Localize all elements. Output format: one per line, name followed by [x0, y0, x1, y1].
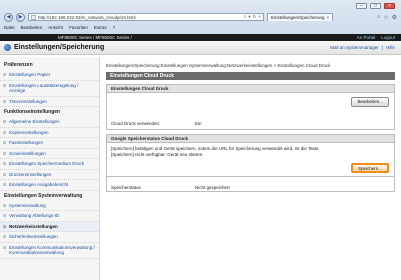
row-value: Nicht gespeichert [195, 185, 230, 190]
sidebar-item-timer[interactable]: Timereinstellungen [0, 97, 99, 107]
breadcrumb: Einstellungen/Speicherung:Einstellungen … [106, 63, 331, 68]
menu-item-extras[interactable]: Extras [94, 25, 107, 32]
row-value: Ein [195, 121, 202, 126]
sidebar-item-papier[interactable]: Einstellungen Papier [0, 70, 99, 81]
search-icon[interactable]: ⌕ [244, 14, 247, 20]
address-actions: ⌕ ▾ ↻ × [244, 14, 261, 20]
menu-item-ansicht[interactable]: Ansicht [48, 25, 63, 32]
section-title: Einstellungen Cloud Druck [107, 85, 394, 93]
section-title: Google Speicherstatus Cloud Druck [107, 135, 394, 143]
minimize-button[interactable]: – [356, 3, 367, 9]
sidebar-item-drucker[interactable]: Druckereinstellungen [0, 170, 99, 180]
tab-title: Einstellungen/Speicherung [271, 15, 325, 20]
row-label: Cloud Druck verwenden: [111, 121, 161, 126]
sidebar-item-netzwerk[interactable]: Netzwerkeinstellungen [0, 221, 99, 232]
sidebar-item-sicherheit[interactable]: Sicherheitseinstellungen [0, 232, 99, 243]
stop-icon[interactable]: × [258, 14, 261, 20]
instruction-text: [Speichern] betätigen und Gerät speicher… [111, 146, 319, 157]
navigation-row: ◀ ▶ http://192.168.222.93/m_network_clou… [4, 12, 397, 22]
logout-link[interactable]: Logout [381, 34, 395, 41]
portal-link[interactable]: An Portal [357, 34, 376, 41]
sidebar-group-praeferenzen: Präferenzen [4, 62, 33, 68]
cloud-print-settings-section: Einstellungen Cloud Druck Bearbeiten... … [106, 84, 395, 130]
gear-icon[interactable]: ⚙ [392, 14, 397, 21]
sidebar: Präferenzen Einstellungen Papier Einstel… [0, 57, 100, 280]
cloud-print-row: Cloud Druck verwenden: Ein [111, 117, 202, 130]
refresh-icon[interactable]: ↻ [253, 14, 257, 20]
menu-item-favoriten[interactable]: Favoriten [69, 25, 88, 32]
browser-tools: ⌂ ☆ ⚙ [377, 14, 397, 21]
status-row: Speicherstatus Nicht gespeichert [111, 181, 230, 194]
sidebar-item-fax[interactable]: Faxeinstellungen [0, 138, 99, 149]
page-title-bar: Einstellungen/Speicherung Mail an System… [0, 41, 401, 55]
close-window-button[interactable]: × [384, 3, 395, 9]
star-icon[interactable]: ☆ [383, 14, 388, 21]
sidebar-item-speichermedium[interactable]: Einstellungen Speichermedium Druck [0, 159, 99, 170]
sidebar-item-systemverwaltung[interactable]: Systemverwaltung [0, 201, 99, 211]
maximize-button[interactable]: □ [370, 3, 381, 9]
address-bar[interactable]: http://192.168.222.93/m_network_cloudpri… [28, 13, 264, 21]
device-model: MF8500C Series / MF8500C Series / [58, 35, 132, 40]
sidebar-item-kopie[interactable]: Kopiereinstellungen [0, 128, 99, 138]
settings-logo-icon [4, 44, 11, 51]
window-controls: – □ × [356, 3, 395, 9]
header-links: Mail an Systemmanager | Hilfe [330, 45, 395, 50]
menu-item-bearbeiten[interactable]: Bearbeiten [21, 25, 43, 32]
sidebar-group-systemverwaltung: Einstellungen Systemverwaltung [4, 192, 83, 199]
page-title: Einstellungen/Speicherung [14, 44, 105, 51]
sidebar-item-kommunikation[interactable]: Einstellungen Kommunikationsverwaltung /… [0, 243, 99, 259]
sidebar-item-scan[interactable]: Scaneinstellungen [0, 149, 99, 159]
row-label: Speicherstatus [111, 185, 141, 190]
tab-strip: Einstellungen/Speicherung × ⌂ ☆ ⚙ [267, 13, 397, 21]
edit-button[interactable]: Bearbeiten... [351, 97, 389, 107]
browser-tab[interactable]: Einstellungen/Speicherung × [267, 13, 334, 21]
sidebar-item-ausgabebericht[interactable]: Einstellungen Ausgabebericht [0, 180, 99, 191]
device-links: An Portal Logout [357, 34, 395, 41]
mail-link[interactable]: Mail an Systemmanager [330, 45, 379, 50]
dropdown-icon[interactable]: ▾ [248, 14, 250, 20]
forward-icon[interactable]: ▶ [16, 12, 25, 22]
menu-item-help[interactable]: ? [113, 25, 116, 32]
sidebar-item-abteilungs-id[interactable]: Verwaltung Abteilungs-ID [0, 211, 99, 222]
content-heading: Einstellungen Cloud Druck [106, 72, 395, 80]
save-button[interactable]: Speichern... [350, 163, 389, 173]
google-status-section: Google Speicherstatus Cloud Druck [Speic… [106, 134, 395, 192]
address-url: http://192.168.222.93/m_network_cloudpri… [38, 14, 136, 20]
menu-item-datei[interactable]: Datei [4, 25, 15, 32]
favicon-icon [31, 14, 36, 20]
close-tab-icon[interactable]: × [327, 15, 330, 20]
device-bar: MF8500C Series / MF8500C Series / An Por… [0, 34, 401, 41]
back-icon[interactable]: ◀ [4, 12, 13, 22]
menu-bar: Datei Bearbeiten Ansicht Favoriten Extra… [4, 25, 115, 32]
sidebar-group-funktion: Funktionseinstellungen [4, 109, 61, 115]
help-link[interactable]: Hilfe [386, 45, 395, 50]
main-content: Einstellungen/Speicherung:Einstellungen … [106, 57, 395, 280]
sidebar-item-lautstaerke[interactable]: Einstellungen Lautstärkeregelung / Anzei… [0, 81, 99, 97]
sidebar-item-allgemein[interactable]: Allgemeine Einstellungen [0, 117, 99, 128]
home-icon[interactable]: ⌂ [377, 14, 381, 21]
